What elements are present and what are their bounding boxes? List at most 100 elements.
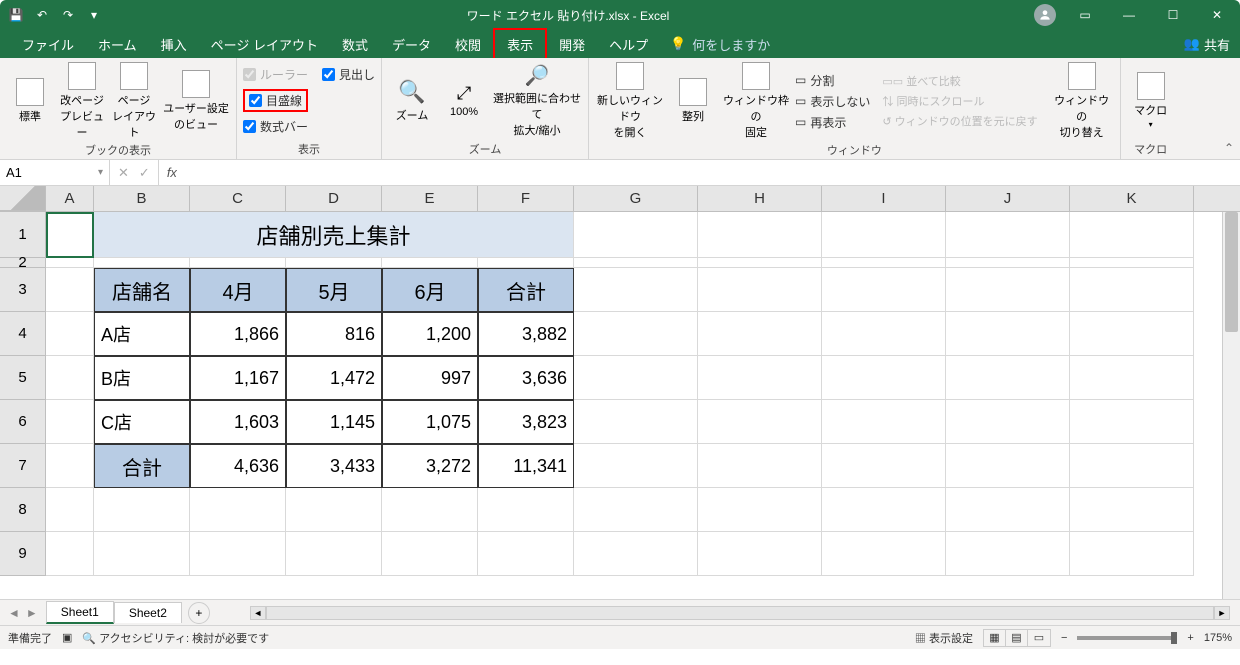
cell-A4[interactable] bbox=[46, 312, 94, 356]
cell-J1[interactable] bbox=[946, 212, 1070, 258]
new-sheet-button[interactable]: + bbox=[188, 602, 210, 624]
cell-G8[interactable] bbox=[574, 488, 698, 532]
zoom-out-icon[interactable]: − bbox=[1061, 632, 1067, 644]
cell-B1[interactable]: 店舗別売上集計 bbox=[94, 212, 574, 258]
cell-J7[interactable] bbox=[946, 444, 1070, 488]
cell-C8[interactable] bbox=[190, 488, 286, 532]
cell-K7[interactable] bbox=[1070, 444, 1194, 488]
name-box-input[interactable] bbox=[6, 165, 86, 180]
cell-C9[interactable] bbox=[190, 532, 286, 576]
formula-input[interactable] bbox=[177, 165, 1240, 180]
cell-J2[interactable] bbox=[946, 258, 1070, 268]
col-header-A[interactable]: A bbox=[46, 186, 94, 211]
zoom-selection-button[interactable]: 🔎選択範囲に合わせて 拡大/縮小 bbox=[492, 63, 582, 138]
page-break-preview-button[interactable]: 改ページ プレビュー bbox=[58, 62, 106, 140]
cell-A2[interactable] bbox=[46, 258, 94, 268]
cell-H1[interactable] bbox=[698, 212, 822, 258]
sheet-tab-2[interactable]: Sheet2 bbox=[114, 602, 182, 623]
cell-A1[interactable] bbox=[46, 212, 94, 258]
cell-J9[interactable] bbox=[946, 532, 1070, 576]
cell-A6[interactable] bbox=[46, 400, 94, 444]
row-header-6[interactable]: 6 bbox=[0, 400, 46, 444]
row-header-5[interactable]: 5 bbox=[0, 356, 46, 400]
cell-E9[interactable] bbox=[382, 532, 478, 576]
cell-E4[interactable]: 1,200 bbox=[382, 312, 478, 356]
sheet-nav-prev-icon[interactable]: ◄ bbox=[8, 606, 20, 620]
cell-E3[interactable]: 6月 bbox=[382, 268, 478, 312]
accessibility-checker[interactable]: 🔍 アクセシビリティ: 検討が必要です bbox=[82, 630, 269, 646]
page-break-status-icon[interactable]: ▭ bbox=[1028, 630, 1050, 646]
cell-G7[interactable] bbox=[574, 444, 698, 488]
headings-checkbox[interactable]: 見出し bbox=[322, 66, 375, 83]
cell-A7[interactable] bbox=[46, 444, 94, 488]
redo-icon[interactable]: ↷ bbox=[60, 7, 76, 23]
close-icon[interactable]: ✕ bbox=[1202, 3, 1232, 27]
row-header-4[interactable]: 4 bbox=[0, 312, 46, 356]
zoom-slider-thumb[interactable] bbox=[1171, 632, 1177, 644]
hscroll-right-icon[interactable]: ► bbox=[1214, 606, 1230, 620]
user-account-icon[interactable] bbox=[1034, 4, 1056, 26]
cell-B8[interactable] bbox=[94, 488, 190, 532]
cell-F8[interactable] bbox=[478, 488, 574, 532]
cell-C7[interactable]: 4,636 bbox=[190, 444, 286, 488]
row-header-1[interactable]: 1 bbox=[0, 212, 46, 258]
hide-button[interactable]: ▭ 表示しない bbox=[795, 93, 870, 110]
name-box-dropdown-icon[interactable]: ▾ bbox=[98, 167, 103, 178]
tab-help[interactable]: ヘルプ bbox=[597, 30, 660, 59]
normal-view-status-icon[interactable]: ▦ bbox=[984, 630, 1006, 646]
formula-bar-checkbox[interactable]: 数式バー bbox=[243, 118, 308, 135]
cell-H9[interactable] bbox=[698, 532, 822, 576]
cell-E5[interactable]: 997 bbox=[382, 356, 478, 400]
page-layout-view-button[interactable]: ページ レイアウト bbox=[110, 62, 158, 140]
cell-B2[interactable] bbox=[94, 258, 190, 268]
col-header-B[interactable]: B bbox=[94, 186, 190, 211]
cell-K8[interactable] bbox=[1070, 488, 1194, 532]
col-header-K[interactable]: K bbox=[1070, 186, 1194, 211]
tab-page-layout[interactable]: ページ レイアウト bbox=[199, 30, 330, 59]
cell-D4[interactable]: 816 bbox=[286, 312, 382, 356]
maximize-icon[interactable]: ☐ bbox=[1158, 3, 1188, 27]
cell-D9[interactable] bbox=[286, 532, 382, 576]
cell-E2[interactable] bbox=[382, 258, 478, 268]
col-header-E[interactable]: E bbox=[382, 186, 478, 211]
cell-J5[interactable] bbox=[946, 356, 1070, 400]
cell-C6[interactable]: 1,603 bbox=[190, 400, 286, 444]
sheet-nav-next-icon[interactable]: ► bbox=[26, 606, 38, 620]
cell-A9[interactable] bbox=[46, 532, 94, 576]
cell-I4[interactable] bbox=[822, 312, 946, 356]
unhide-button[interactable]: ▭ 再表示 bbox=[795, 114, 870, 131]
gridlines-checkbox[interactable]: 目盛線 bbox=[243, 89, 308, 112]
cell-K3[interactable] bbox=[1070, 268, 1194, 312]
page-layout-status-icon[interactable]: ▤ bbox=[1006, 630, 1028, 646]
cell-K4[interactable] bbox=[1070, 312, 1194, 356]
cell-E7[interactable]: 3,272 bbox=[382, 444, 478, 488]
freeze-panes-button[interactable]: ウィンドウ枠の 固定 bbox=[721, 62, 791, 140]
cell-B3[interactable]: 店舗名 bbox=[94, 268, 190, 312]
cell-I5[interactable] bbox=[822, 356, 946, 400]
cell-D2[interactable] bbox=[286, 258, 382, 268]
cell-I2[interactable] bbox=[822, 258, 946, 268]
cell-K5[interactable] bbox=[1070, 356, 1194, 400]
cell-A5[interactable] bbox=[46, 356, 94, 400]
cell-D7[interactable]: 3,433 bbox=[286, 444, 382, 488]
share-button[interactable]: 👥 共有 bbox=[1184, 35, 1230, 54]
cell-C4[interactable]: 1,866 bbox=[190, 312, 286, 356]
cell-G1[interactable] bbox=[574, 212, 698, 258]
cell-D6[interactable]: 1,145 bbox=[286, 400, 382, 444]
cell-A3[interactable] bbox=[46, 268, 94, 312]
horizontal-scrollbar[interactable]: ◄ ► bbox=[250, 606, 1230, 620]
split-button[interactable]: ▭ 分割 bbox=[795, 72, 870, 89]
cell-H8[interactable] bbox=[698, 488, 822, 532]
col-header-C[interactable]: C bbox=[190, 186, 286, 211]
tab-insert[interactable]: 挿入 bbox=[149, 30, 199, 59]
cell-E6[interactable]: 1,075 bbox=[382, 400, 478, 444]
cell-A8[interactable] bbox=[46, 488, 94, 532]
ribbon-display-icon[interactable]: ▭ bbox=[1070, 3, 1100, 27]
cell-C5[interactable]: 1,167 bbox=[190, 356, 286, 400]
display-settings-button[interactable]: ▦ 表示設定 bbox=[915, 630, 973, 646]
macro-record-icon[interactable]: ▣ bbox=[62, 631, 72, 644]
zoom-in-icon[interactable]: + bbox=[1187, 632, 1193, 644]
tab-review[interactable]: 校閲 bbox=[443, 30, 493, 59]
cell-K2[interactable] bbox=[1070, 258, 1194, 268]
col-header-H[interactable]: H bbox=[698, 186, 822, 211]
